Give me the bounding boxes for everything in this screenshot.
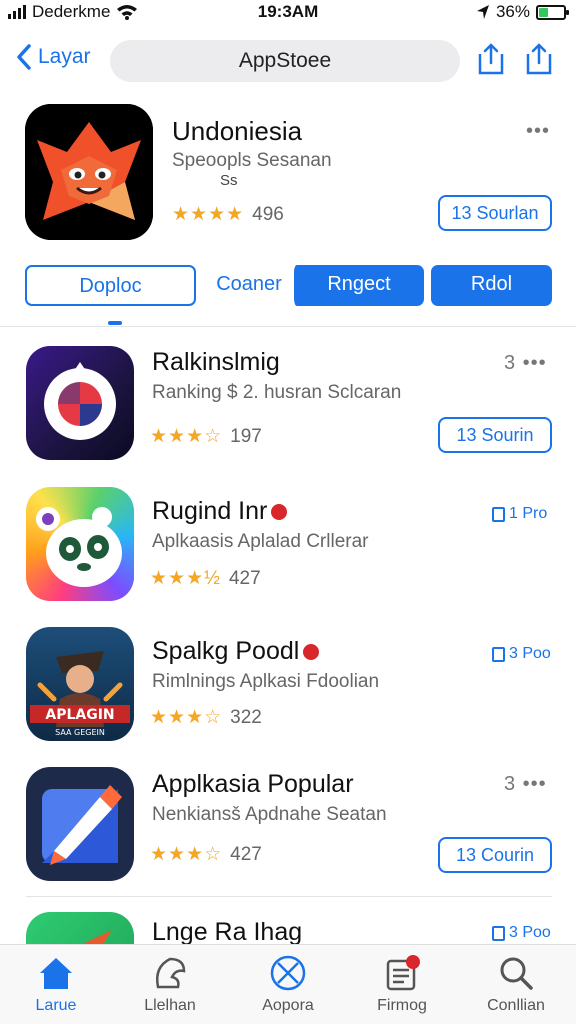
character-icon: APLAGIN SAA GEGEIN <box>30 651 130 737</box>
tab-rngect[interactable]: Rngect <box>290 265 424 306</box>
tab-rdol[interactable]: Rdol <box>431 265 552 306</box>
tab-label: Firmog <box>377 997 427 1014</box>
app-icon-applkasia[interactable] <box>26 767 134 881</box>
nav-bar: Layar AppStoee <box>0 38 576 84</box>
get-button[interactable]: 13 Courin <box>438 837 552 873</box>
tab-apps[interactable]: Aopora <box>238 953 338 1015</box>
share-icon[interactable] <box>476 42 506 76</box>
tab-search[interactable]: Conllian <box>466 953 566 1015</box>
notification-badge <box>303 644 320 661</box>
price-icon <box>492 646 505 662</box>
location-icon <box>476 5 489 19</box>
app-title-text: Rugind Inr <box>152 497 268 525</box>
tab-indicator <box>108 321 122 325</box>
featured-rating: ★★★★ 496 <box>172 203 284 226</box>
app-rating: ★★★☆ 322 <box>150 706 262 729</box>
target-icon <box>44 362 116 440</box>
tab-label: Llelhan <box>144 997 196 1014</box>
rating-count: 427 <box>228 567 261 589</box>
app-title: Spalkg Poodl <box>152 637 320 666</box>
pen-tool-icon <box>42 785 122 865</box>
app-title-text: Spalkg Poodl <box>152 637 300 665</box>
star-rating: ★★★☆ <box>150 707 223 728</box>
price-button[interactable]: 3 Poo <box>492 924 551 942</box>
battery-icon <box>536 4 569 20</box>
search-field[interactable]: AppStoee <box>110 40 460 82</box>
back-label: Layar <box>38 45 91 68</box>
star-rating: ★★★☆ <box>150 844 223 865</box>
rating-count: 496 <box>252 203 284 225</box>
price-button[interactable]: 1 Pro <box>492 505 547 523</box>
tab-updates[interactable]: Firmog <box>352 953 452 1015</box>
app-subtitle: Rimlnings Aplkasi Fdoolian <box>152 671 380 692</box>
panda-icon <box>36 507 122 587</box>
tab-coaner[interactable]: Coaner <box>206 265 292 306</box>
tab-label: Conllian <box>487 997 545 1014</box>
featured-get-button[interactable]: 13 Sourlan <box>438 195 552 231</box>
export-icon[interactable] <box>524 42 554 76</box>
home-icon <box>40 958 72 989</box>
rating-count: 427 <box>230 843 262 865</box>
featured-title: Undoniesia <box>172 116 303 146</box>
app-title: Lnge Ra Ihag <box>152 918 303 946</box>
featured-subtitle-2: Ss <box>220 172 238 189</box>
star-rating: ★★★☆ <box>150 426 223 447</box>
app-rating: ★★★☆ 197 <box>150 425 262 448</box>
featured-app-icon[interactable] <box>25 104 153 240</box>
app-subtitle: Aplkaasis Aplalad Crllerar <box>152 531 369 552</box>
price-label: 3 Poo <box>509 645 551 662</box>
tab-doploc[interactable]: Doploc <box>25 265 196 306</box>
games-icon <box>156 957 186 989</box>
app-icon-ralkinslmig[interactable] <box>26 346 134 460</box>
app-icon-spalkg[interactable]: APLAGIN SAA GEGEIN <box>26 627 134 741</box>
chevron-left-icon <box>17 44 31 70</box>
search-icon <box>500 957 533 990</box>
app-rating: ★★★☆ 427 <box>150 843 262 866</box>
app-rating: ★★★½ 427 <box>150 567 261 590</box>
status-right: 36% <box>476 2 569 22</box>
notification-badge <box>271 504 288 521</box>
more-options-button[interactable]: 3 ••• <box>504 773 547 796</box>
divider <box>0 326 576 327</box>
divider <box>26 896 552 897</box>
more-options-button[interactable]: ••• <box>526 120 550 143</box>
app-title: Rugind Inr <box>152 497 288 526</box>
featured-subtitle: Speoopls Sesanan <box>172 150 332 171</box>
star-rating: ★★★½ <box>150 568 221 589</box>
tab-label: Larue <box>35 997 77 1014</box>
app-title: Ralkinslmig <box>152 348 280 376</box>
tab-label: Aopora <box>262 997 314 1014</box>
battery-fill <box>539 7 548 17</box>
app-icon-rugind[interactable] <box>26 487 134 601</box>
rating-count: 322 <box>230 706 262 728</box>
tab-home[interactable]: Larue <box>6 953 106 1015</box>
fox-mascot-icon <box>25 104 153 240</box>
app-subtitle: Ranking $ 2. husran Sclcaran <box>152 382 402 403</box>
icon-subtext: SAA GEGEIN <box>55 728 105 737</box>
star-rating: ★★★★ <box>172 204 245 225</box>
back-button[interactable]: Layar <box>16 44 91 70</box>
tab-bar: Larue Llelhan Aopora Firmog Conllian <box>0 944 576 1024</box>
app-subtitle: Nenkiansš Apdnahe Seatan <box>152 804 387 825</box>
more-options-button[interactable]: 3 ••• <box>504 352 547 375</box>
apps-icon <box>270 955 306 991</box>
price-label: 3 Poo <box>509 924 551 941</box>
icon-wordmark: APLAGIN <box>45 707 114 723</box>
price-icon <box>492 925 505 941</box>
app-title: Applkasia Popular <box>152 770 354 798</box>
tab-games[interactable]: Llelhan <box>120 953 220 1015</box>
price-icon <box>492 506 505 522</box>
price-label: 1 Pro <box>509 505 548 522</box>
status-bar: Dederkme 19:3AM 36% <box>0 0 576 26</box>
get-button[interactable]: 13 Sourin <box>438 417 552 453</box>
rating-count: 197 <box>230 425 262 447</box>
updates-icon <box>386 955 420 991</box>
price-button[interactable]: 3 Poo <box>492 645 551 663</box>
battery-percent: 36% <box>495 2 530 21</box>
